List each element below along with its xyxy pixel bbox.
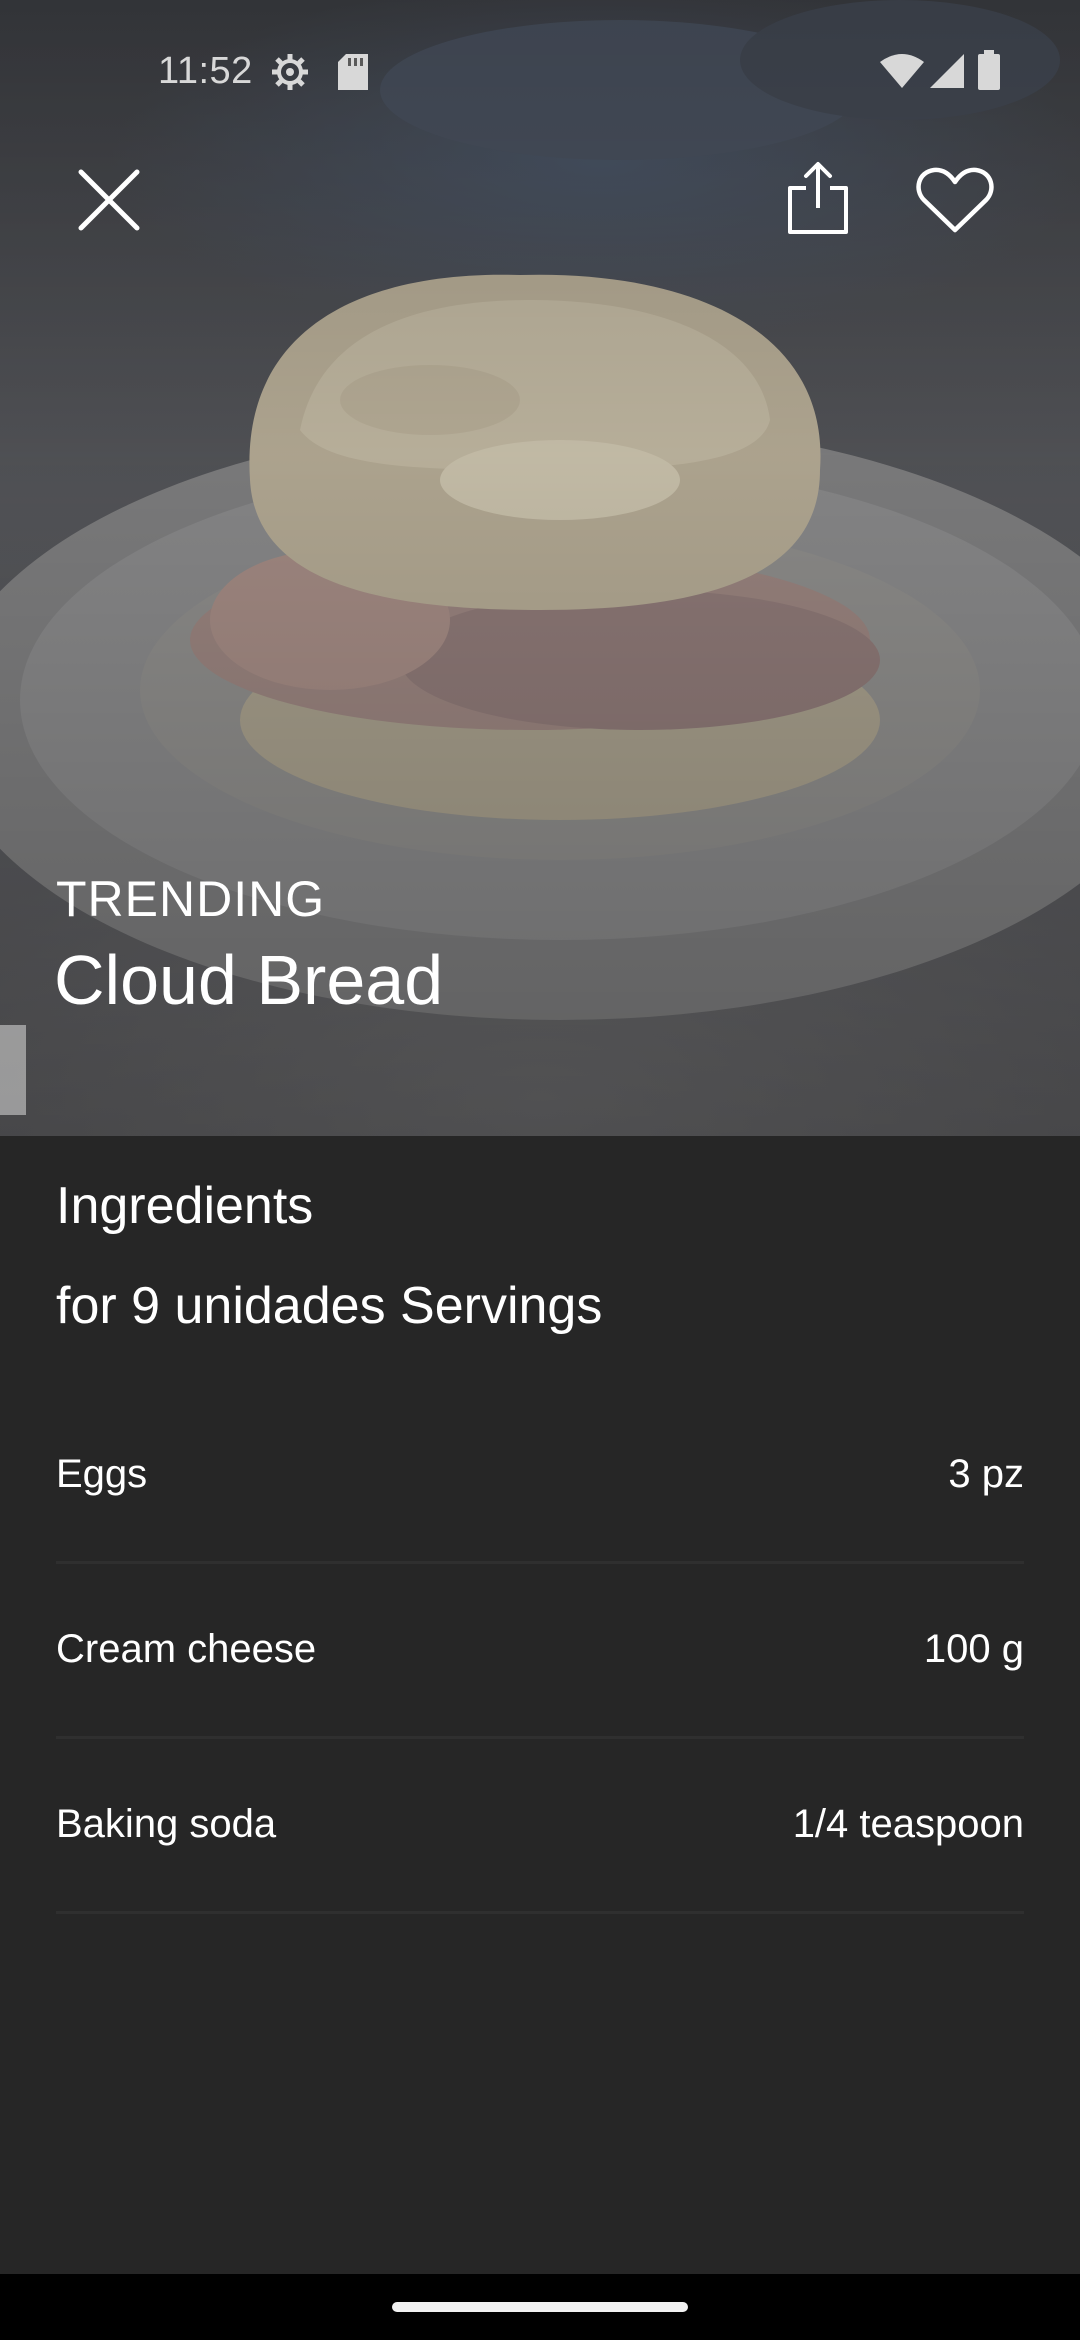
ingredient-name: Cream cheese [56, 1627, 317, 1671]
ingredient-name: Baking soda [56, 1802, 277, 1846]
ingredient-row: Cream cheese 100 g [56, 1561, 1024, 1739]
side-tab[interactable] [0, 1025, 26, 1115]
ingredient-row: Eggs 3 pz [56, 1386, 1024, 1564]
ingredient-quantity: 1/4 teaspoon [792, 1802, 1024, 1846]
settings-gear-icon [272, 54, 308, 90]
sd-card-icon [338, 54, 368, 90]
trending-label: TRENDING [56, 871, 326, 927]
ingredient-quantity: 3 pz [948, 1452, 1024, 1496]
recipe-title: Cloud Bread [54, 941, 444, 1019]
cell-signal-icon [930, 54, 964, 88]
favorite-button[interactable] [900, 145, 1010, 255]
heart-icon [916, 167, 994, 233]
share-icon [788, 162, 848, 234]
ingredient-quantity: 100 g [923, 1627, 1024, 1671]
wifi-icon [880, 54, 924, 88]
close-button[interactable] [54, 145, 164, 255]
home-indicator[interactable] [392, 2302, 688, 2312]
close-icon [78, 169, 140, 231]
battery-icon [978, 50, 1000, 90]
status-bar: 11:52 [0, 0, 1080, 140]
status-time: 11:52 [158, 50, 253, 92]
ingredient-name: Eggs [56, 1452, 148, 1496]
servings-label[interactable]: for 9 unidades Servings [56, 1276, 602, 1336]
ingredient-row: Baking soda 1/4 teaspoon [56, 1736, 1024, 1914]
hero-image-area: 11:52 TRENDING Cloud Bread [0, 0, 1080, 1136]
ingredients-title: Ingredients [56, 1177, 314, 1235]
share-button[interactable] [763, 143, 873, 253]
navigation-bar [0, 2274, 1080, 2340]
